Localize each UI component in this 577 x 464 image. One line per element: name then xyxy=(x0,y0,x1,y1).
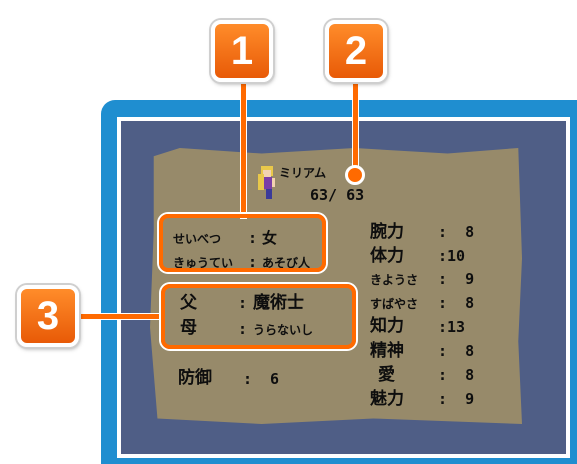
stat-value-love: : 8 xyxy=(438,366,475,384)
stat-label-intelligence: 知力 xyxy=(370,316,404,336)
stat-label-dexterity: きようさ xyxy=(370,273,419,287)
defense-label: 防御 xyxy=(178,368,212,388)
stat-value-stamina: :10 xyxy=(438,247,466,265)
defense-sep: : xyxy=(243,370,253,388)
stat-value-dexterity: : 9 xyxy=(438,270,475,288)
defense-value: 6 xyxy=(270,370,280,388)
stat-label-agility: すばやさ xyxy=(370,297,419,311)
stat-label-stamina: 体力 xyxy=(370,246,404,266)
callout-1-line xyxy=(241,80,246,218)
stat-value-intelligence: :13 xyxy=(438,318,466,336)
stat-label-love: 愛 xyxy=(378,365,395,385)
stat-label-strength: 腕力 xyxy=(370,222,404,242)
character-name: ミリアム xyxy=(279,166,327,180)
stat-label-charm: 魅力 xyxy=(370,389,404,409)
stat-value-strength: : 8 xyxy=(438,223,475,241)
stat-value-charm: : 9 xyxy=(438,390,475,408)
stat-value-agility: : 8 xyxy=(438,294,475,312)
callout-badge-2: 2 xyxy=(325,20,387,82)
stat-value-spirit: : 8 xyxy=(438,342,475,360)
callout-badge-1: 1 xyxy=(211,20,273,82)
hp-value: 63/ 63 xyxy=(310,186,365,204)
stat-label-spirit: 精神 xyxy=(370,341,404,361)
callout-3-line xyxy=(78,314,164,319)
callout-2-line xyxy=(353,80,358,172)
callout-1-box xyxy=(159,214,326,272)
callout-2-dot xyxy=(345,165,365,185)
character-portrait-icon xyxy=(258,166,275,199)
callout-badge-3: 3 xyxy=(17,285,79,347)
callout-3-box xyxy=(161,284,356,349)
